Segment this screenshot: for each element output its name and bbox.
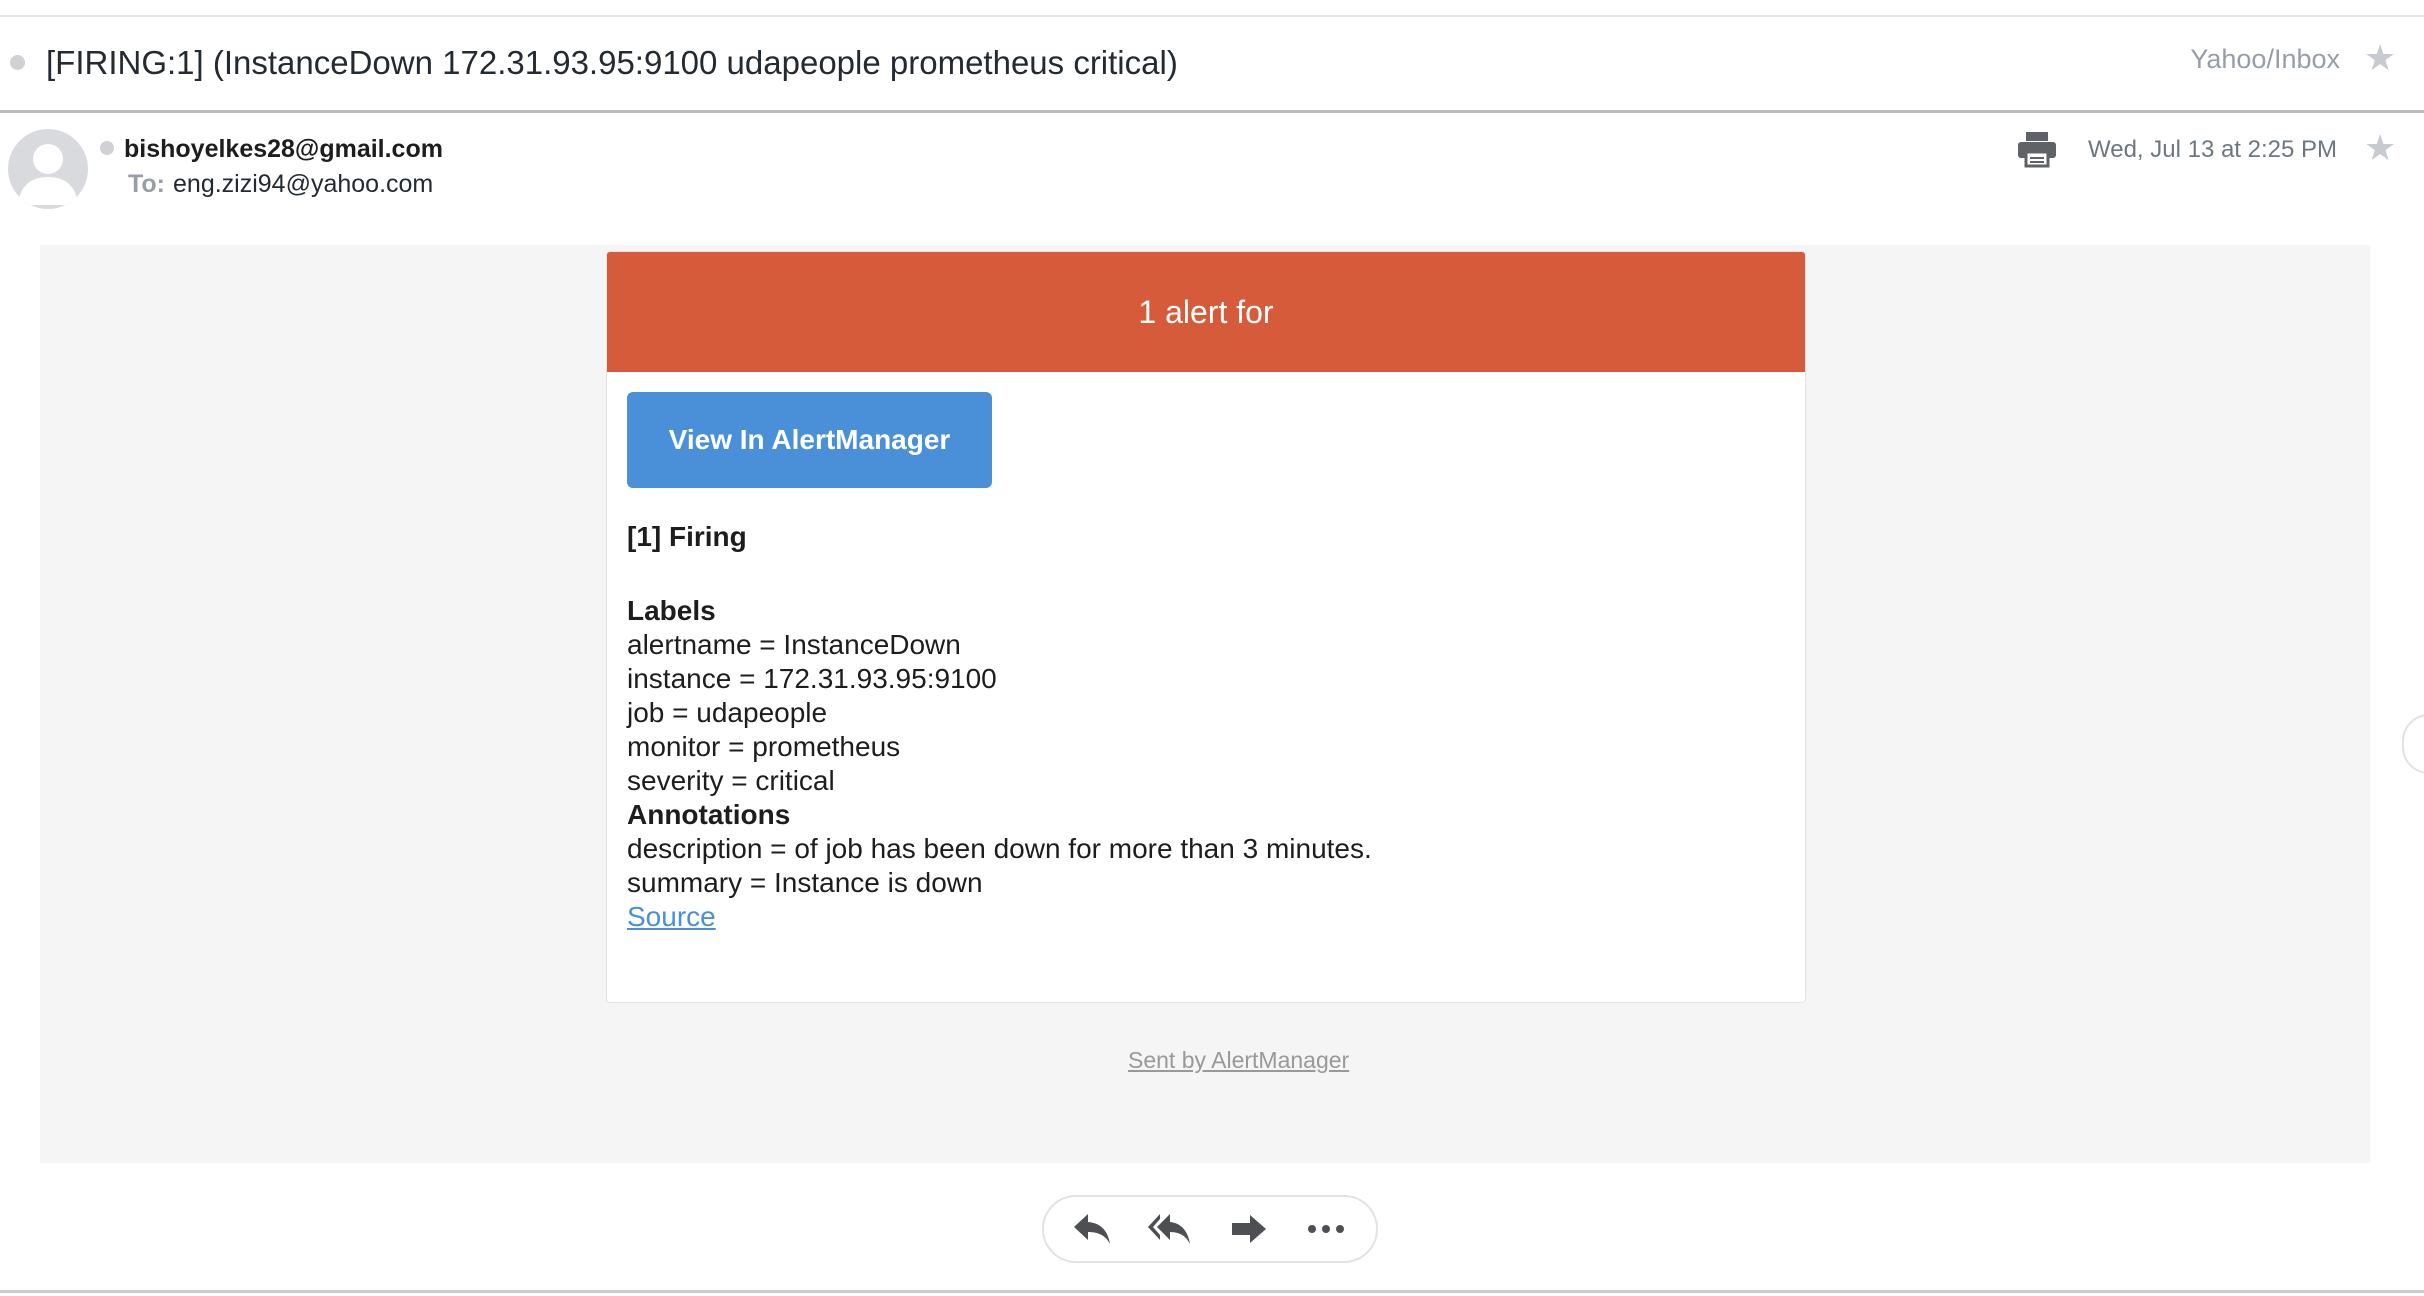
sender-address[interactable]: bishoyelkes28@gmail.com bbox=[124, 135, 443, 164]
avatar[interactable] bbox=[8, 129, 88, 209]
annotations-heading: Annotations bbox=[627, 799, 791, 830]
printer-icon[interactable] bbox=[2016, 130, 2058, 168]
message-date: Wed, Jul 13 at 2:25 PM bbox=[2088, 136, 2338, 163]
forward-icon[interactable] bbox=[1226, 1209, 1270, 1249]
sent-by-link[interactable]: Sent by AlertManager bbox=[1128, 1047, 1349, 1074]
label-line: monitor = prometheus bbox=[627, 731, 901, 762]
view-in-alertmanager-button[interactable]: View In AlertManager bbox=[627, 392, 992, 488]
read-indicator-dot[interactable] bbox=[10, 55, 25, 70]
header-divider bbox=[0, 110, 2424, 113]
annotation-line: summary = Instance is down bbox=[627, 867, 983, 898]
star-icon[interactable]: ★ bbox=[2364, 40, 2396, 76]
folder-label[interactable]: Yahoo/Inbox bbox=[2190, 44, 2340, 75]
annotation-line: description = of job has been down for m… bbox=[627, 833, 1372, 864]
sender-status-dot bbox=[100, 141, 114, 155]
email-subject: [FIRING:1] (InstanceDown 172.31.93.95:91… bbox=[46, 44, 1178, 81]
to-label: To: bbox=[128, 170, 166, 198]
alert-card-header: 1 alert for bbox=[607, 252, 1805, 372]
recipient-line: To: eng.zizi94@yahoo.com bbox=[128, 170, 433, 199]
label-line: severity = critical bbox=[627, 765, 835, 796]
alert-card: 1 alert for View In AlertManager [1] Fir… bbox=[606, 251, 1806, 1003]
recipient-address[interactable]: eng.zizi94@yahoo.com bbox=[173, 170, 433, 198]
source-link[interactable]: Source bbox=[627, 901, 716, 932]
next-message-tab[interactable] bbox=[2402, 714, 2424, 774]
label-line: instance = 172.31.93.95:9100 bbox=[627, 663, 997, 694]
more-icon[interactable] bbox=[1304, 1209, 1348, 1249]
label-line: job = udapeople bbox=[627, 697, 828, 728]
firing-title: [1] Firing bbox=[627, 521, 747, 552]
reply-icon[interactable] bbox=[1070, 1209, 1114, 1249]
message-action-bar bbox=[1042, 1195, 1378, 1263]
alert-details: [1] Firing Labels alertname = InstanceDo… bbox=[627, 520, 1372, 934]
labels-heading: Labels bbox=[627, 595, 716, 626]
person-icon bbox=[18, 144, 78, 205]
bottom-divider bbox=[0, 1290, 2424, 1293]
reply-all-icon[interactable] bbox=[1148, 1209, 1192, 1249]
message-star-icon[interactable]: ★ bbox=[2364, 130, 2396, 166]
label-line: alertname = InstanceDown bbox=[627, 629, 961, 660]
